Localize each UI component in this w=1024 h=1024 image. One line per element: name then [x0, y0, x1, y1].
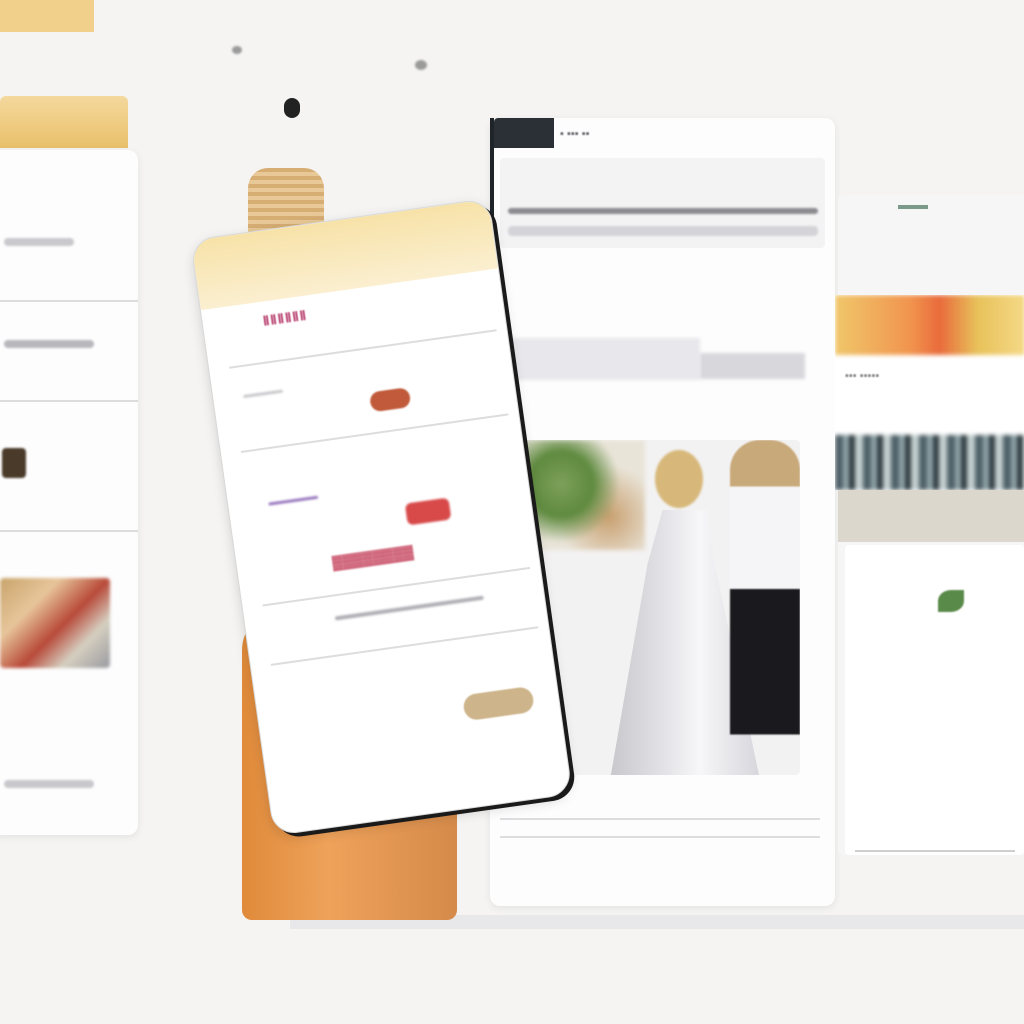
- right-divider-band: [838, 490, 1024, 542]
- phone-divider: [229, 329, 497, 369]
- photo-person-head: [655, 450, 703, 508]
- monitor-corner: [494, 118, 554, 148]
- leaf-icon: [938, 590, 964, 612]
- decor-dot: [232, 46, 242, 54]
- photo-second-person: [730, 440, 800, 750]
- center-content-row: [700, 353, 805, 379]
- top-left-corner-tile: [0, 0, 94, 32]
- banner-shelf-image: [835, 435, 1024, 490]
- food-icon[interactable]: [368, 387, 412, 413]
- phone-text-line: [334, 595, 484, 621]
- phone-text-line: [268, 495, 319, 506]
- left-divider: [0, 300, 138, 302]
- left-food-thumbnail[interactable]: [0, 578, 110, 668]
- decor-dot: [415, 60, 427, 70]
- left-text-line: [4, 340, 94, 348]
- promo-text: ▓▓▓▓▓▓▓▓: [331, 543, 415, 571]
- phone-header: [191, 199, 498, 311]
- home-button-icon[interactable]: [462, 685, 535, 722]
- right-lower-card: [845, 545, 1024, 855]
- right-lower-line: [855, 850, 1015, 852]
- monitor-header-text: ▪ ▪▪▪ ▪▪: [560, 128, 590, 140]
- phone-knob: [284, 98, 300, 118]
- center-divider: [500, 836, 820, 838]
- phone-divider: [240, 413, 509, 453]
- center-header-line: [508, 226, 818, 236]
- left-icon: [2, 448, 26, 478]
- left-divider: [0, 530, 138, 532]
- banner-text: ▪▪▪ ▪▪▪▪▪: [845, 370, 880, 382]
- left-device-screen: [0, 150, 138, 835]
- right-top-line: [898, 205, 928, 209]
- banner-food-image: [835, 295, 1024, 355]
- center-divider: [500, 818, 820, 820]
- left-device-header: [0, 96, 128, 148]
- left-text-line: [4, 238, 74, 246]
- center-header-line: [508, 208, 818, 214]
- right-banner[interactable]: ▪▪▪ ▪▪▪▪▪: [835, 295, 1024, 490]
- phone-divider: [262, 566, 531, 607]
- promo-badge: [404, 497, 452, 526]
- left-divider: [0, 400, 138, 402]
- phone-title: ⅡⅡⅡⅡⅡⅡ: [261, 307, 309, 329]
- left-text-line: [4, 780, 94, 788]
- phone-text-line: [243, 389, 284, 399]
- phone-divider: [270, 626, 539, 666]
